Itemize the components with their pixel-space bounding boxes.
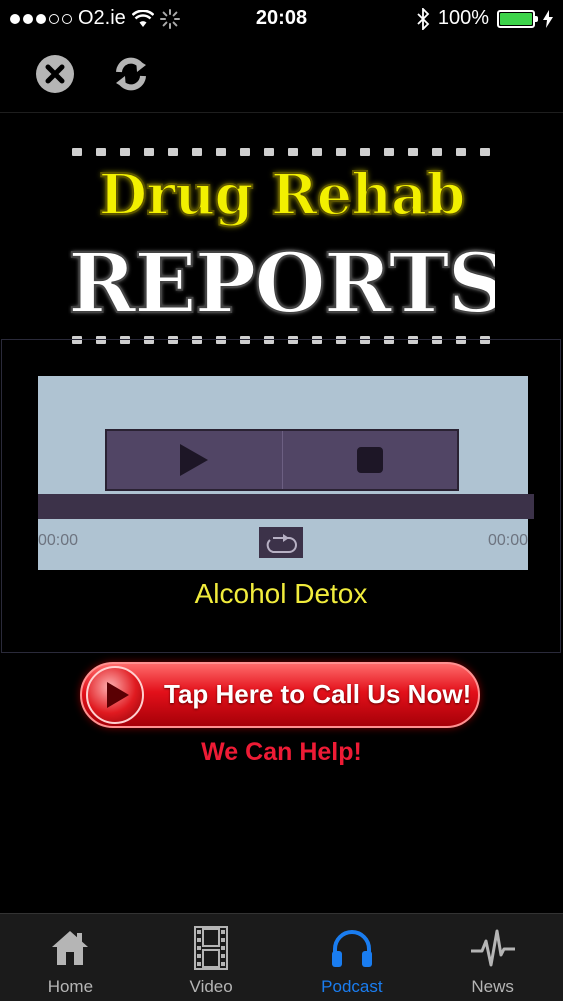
play-button[interactable] bbox=[107, 431, 282, 489]
charging-bolt-icon bbox=[543, 9, 553, 28]
tab-news-label: News bbox=[471, 977, 514, 996]
progress-bar[interactable] bbox=[38, 494, 534, 519]
battery-icon bbox=[497, 9, 538, 28]
player-controls bbox=[105, 429, 459, 491]
tab-podcast[interactable]: Podcast bbox=[282, 914, 423, 1001]
call-button-label: Tap Here to Call Us Now! bbox=[164, 679, 472, 709]
status-bar: O2.ie 20:08 100% bbox=[0, 0, 563, 36]
repeat-button[interactable] bbox=[259, 527, 303, 558]
logo-line-1: Drug Rehab bbox=[98, 161, 467, 229]
tab-news[interactable]: News bbox=[422, 914, 563, 1001]
tab-bar: Home Video Podcast News bbox=[0, 913, 563, 1001]
drug-rehab-reports-logo: Drug Rehab REPORTS bbox=[68, 146, 495, 346]
battery-percent: 100% bbox=[437, 7, 489, 29]
status-right: 100% bbox=[416, 7, 553, 30]
repeat-icon bbox=[266, 533, 297, 553]
film-strip-top bbox=[68, 146, 495, 158]
tab-video[interactable]: Video bbox=[141, 914, 282, 1001]
refresh-button[interactable] bbox=[111, 54, 151, 94]
tab-video-label: Video bbox=[189, 977, 233, 996]
film-icon bbox=[194, 926, 229, 970]
elapsed-time: 00:00 bbox=[38, 532, 79, 549]
we-can-help-text: We Can Help! bbox=[201, 738, 362, 766]
logo-line-2: REPORTS bbox=[68, 235, 495, 333]
tab-home[interactable]: Home bbox=[0, 914, 141, 1001]
home-icon bbox=[52, 931, 89, 965]
play-icon bbox=[180, 444, 209, 476]
total-time: 00:00 bbox=[487, 532, 528, 549]
play-arrow-icon bbox=[107, 682, 129, 708]
stop-icon bbox=[356, 447, 383, 473]
bluetooth-icon bbox=[417, 7, 430, 30]
call-play-orb bbox=[86, 666, 144, 724]
pulse-icon bbox=[470, 929, 515, 967]
podcast-player-panel: 00:00 00:00 Alcohol Detox bbox=[1, 339, 561, 653]
toolbar bbox=[0, 36, 563, 113]
close-button[interactable] bbox=[35, 54, 75, 94]
refresh-icon bbox=[116, 57, 146, 91]
headphones-icon bbox=[331, 930, 372, 967]
tab-home-label: Home bbox=[47, 977, 94, 996]
stop-button[interactable] bbox=[281, 431, 458, 489]
close-icon bbox=[36, 55, 74, 93]
call-us-now-button[interactable]: Tap Here to Call Us Now! bbox=[80, 662, 480, 728]
audio-player: 00:00 00:00 bbox=[38, 376, 534, 570]
tab-podcast-label: Podcast bbox=[321, 977, 383, 996]
track-title: Alcohol Detox bbox=[194, 578, 368, 609]
